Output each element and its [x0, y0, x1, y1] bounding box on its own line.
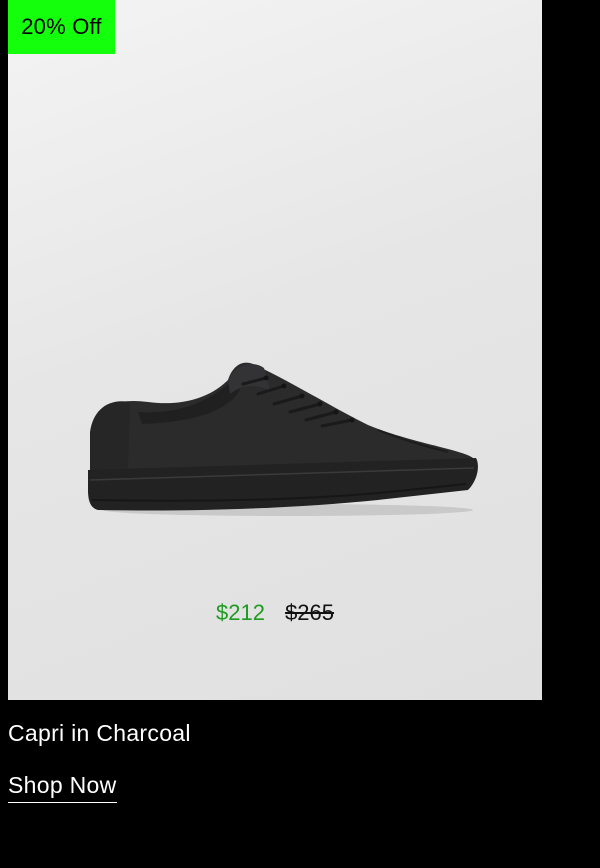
sneaker-icon — [88, 362, 478, 516]
price-row: $212 $265 — [8, 600, 542, 626]
sneaker-image[interactable] — [78, 350, 478, 530]
sale-price: $212 — [215, 600, 265, 625]
discount-badge: 20% Off — [8, 0, 115, 54]
shop-now-link[interactable]: Shop Now — [8, 772, 117, 803]
product-card[interactable]: 20% Off $212 $265 — [8, 0, 542, 700]
original-price: $265 — [285, 600, 335, 625]
product-name[interactable]: Capri in Charcoal — [8, 720, 191, 747]
